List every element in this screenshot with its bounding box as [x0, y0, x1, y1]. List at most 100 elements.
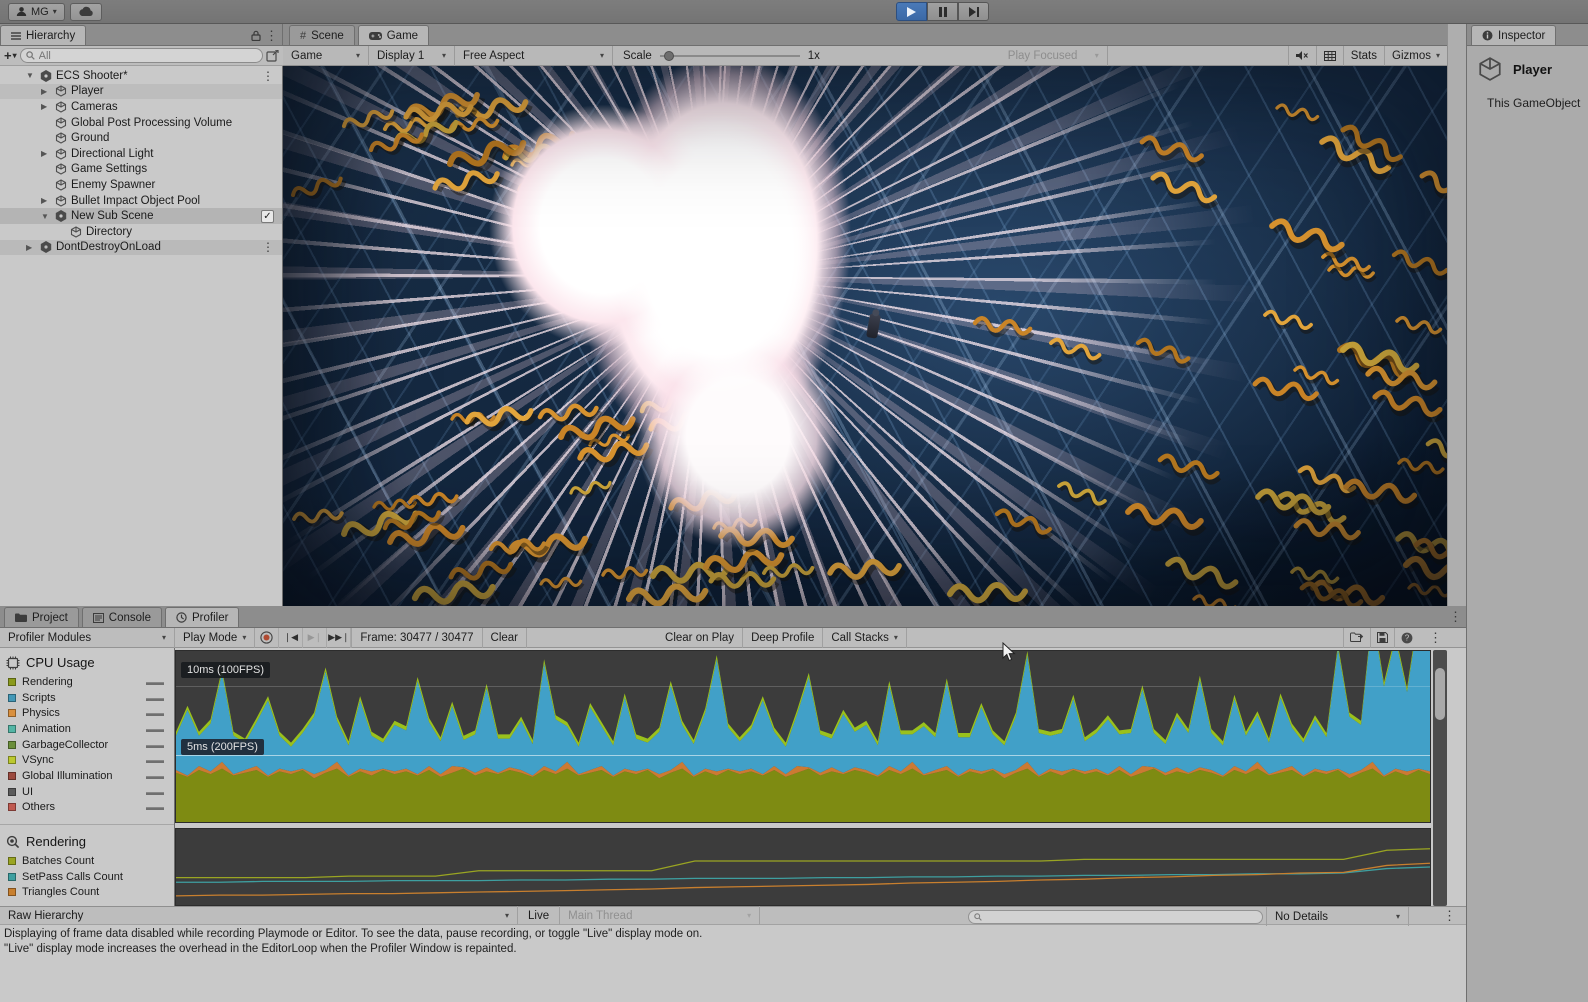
tab-project[interactable]: Project — [4, 607, 79, 627]
foldout-closed-icon[interactable]: ▶ — [26, 243, 32, 252]
tab-scene[interactable]: # Scene — [289, 25, 355, 45]
hierarchy-search[interactable] — [20, 48, 263, 63]
tree-row[interactable]: Game Settings — [0, 162, 282, 178]
profiler-modules-dropdown[interactable]: Profiler Modules▾ — [0, 628, 175, 648]
call-stacks-dropdown[interactable]: Call Stacks▾ — [823, 628, 907, 648]
play-button[interactable] — [896, 2, 927, 21]
account-menu-button[interactable]: MG ▾ — [8, 3, 65, 21]
cloud-button[interactable] — [70, 3, 102, 21]
tab-hierarchy[interactable]: Hierarchy — [0, 25, 86, 45]
foldout-closed-icon[interactable]: ▶ — [41, 87, 47, 96]
subscene-checkbox[interactable]: ✓ — [261, 210, 274, 223]
legend-item[interactable]: Batches Count — [0, 853, 174, 869]
drag-handle-icon[interactable]: ▬▬ — [146, 740, 164, 750]
tree-row-subscene[interactable]: ▼ New Sub Scene ✓ — [0, 208, 282, 224]
cpu-usage-chart[interactable]: 10ms (100FPS) 5ms (200FPS) — [175, 650, 1431, 823]
tree-row[interactable]: ▶ Cameras — [0, 99, 282, 115]
legend-item[interactable]: Others▬▬ — [0, 800, 174, 816]
load-profile-button[interactable] — [1343, 628, 1370, 648]
legend-item[interactable]: GarbageCollector▬▬ — [0, 737, 174, 753]
game-target-dropdown[interactable]: Game▾ — [283, 46, 369, 66]
aspect-dropdown[interactable]: Free Aspect▾ — [455, 46, 613, 66]
foldout-open-icon[interactable]: ▼ — [26, 71, 34, 80]
clear-button[interactable]: Clear — [483, 628, 527, 648]
detail-search-input[interactable] — [986, 911, 1257, 922]
stats-button[interactable]: Stats — [1343, 46, 1384, 66]
chart-scrollbar[interactable] — [1433, 650, 1447, 906]
first-frame-button[interactable]: ❘◀ — [279, 628, 303, 648]
scrollbar-thumb[interactable] — [1435, 668, 1445, 720]
tab-profiler[interactable]: Profiler — [165, 607, 239, 627]
scale-slider[interactable]: Scale 1x — [613, 50, 830, 62]
foldout-closed-icon[interactable]: ▶ — [41, 149, 47, 158]
legend-item[interactable]: VSync▬▬ — [0, 752, 174, 768]
hierarchy-mode-dropdown[interactable]: Raw Hierarchy ▾ — [0, 906, 518, 925]
thread-dropdown[interactable]: Main Thread ▾ — [560, 906, 760, 925]
game-viewport[interactable] — [283, 66, 1447, 606]
layout-grid-button[interactable] — [1316, 46, 1343, 66]
gizmos-dropdown[interactable]: Gizmos▾ — [1384, 46, 1447, 66]
rendering-module-header[interactable]: Rendering — [0, 827, 174, 853]
legend-item[interactable]: Scripts▬▬ — [0, 690, 174, 706]
tree-row[interactable]: Enemy Spawner — [0, 177, 282, 193]
record-button[interactable] — [255, 628, 279, 648]
play-focused-dropdown[interactable]: Play Focused▾ — [1000, 46, 1108, 66]
display-dropdown[interactable]: Display 1▾ — [369, 46, 455, 66]
cpu-module-header[interactable]: CPU Usage — [0, 648, 174, 674]
pause-button[interactable] — [927, 2, 958, 21]
details-mode-dropdown[interactable]: No Details ▾ — [1266, 907, 1409, 926]
tree-row-scene[interactable]: ▼ ECS Shooter* ⋮ — [0, 68, 282, 84]
tab-console[interactable]: Console — [82, 607, 162, 627]
drag-handle-icon[interactable]: ▬▬ — [146, 802, 164, 812]
tree-row[interactable]: ▶ Player — [0, 84, 282, 100]
profiler-menu-icon[interactable]: ⋮ — [1419, 628, 1452, 648]
popout-icon[interactable] — [266, 50, 279, 62]
drag-handle-icon[interactable]: ▬▬ — [146, 787, 164, 797]
next-frame-button[interactable]: ▶❘ — [303, 628, 327, 648]
detail-search[interactable] — [968, 910, 1263, 924]
tree-row-dontdestroy[interactable]: ▶ DontDestroyOnLoad ⋮ — [0, 240, 282, 256]
last-frame-button[interactable]: ▶▶❘ — [327, 628, 351, 648]
scene-menu-icon[interactable]: ⋮ — [262, 69, 274, 83]
legend-item[interactable]: Animation▬▬ — [0, 721, 174, 737]
drag-handle-icon[interactable]: ▬▬ — [146, 693, 164, 703]
clear-on-play-toggle[interactable]: Clear on Play — [657, 628, 743, 648]
drag-handle-icon[interactable]: ▬▬ — [146, 755, 164, 765]
play-mode-dropdown[interactable]: Play Mode▾ — [175, 628, 255, 648]
tree-row[interactable]: Directory — [0, 224, 282, 240]
drag-handle-icon[interactable]: ▬▬ — [146, 677, 164, 687]
legend-item[interactable]: UI▬▬ — [0, 784, 174, 800]
tree-row[interactable]: Ground — [0, 130, 282, 146]
scene-menu-icon[interactable]: ⋮ — [262, 240, 274, 254]
legend-item[interactable]: Triangles Count — [0, 885, 174, 901]
tree-row[interactable]: ▶ Directional Light — [0, 146, 282, 162]
drag-handle-icon[interactable]: ▬▬ — [146, 708, 164, 718]
detail-menu-icon[interactable]: ⋮ — [1439, 909, 1460, 922]
legend-item[interactable]: SetPass Calls Count — [0, 869, 174, 885]
mute-audio-button[interactable] — [1288, 46, 1316, 66]
lock-icon[interactable] — [251, 30, 261, 41]
tab-game[interactable]: Game — [358, 25, 429, 45]
foldout-closed-icon[interactable]: ▶ — [41, 102, 47, 111]
tab-inspector[interactable]: Inspector — [1471, 25, 1556, 45]
rendering-chart[interactable] — [175, 828, 1431, 906]
legend-item[interactable]: Global Illumination▬▬ — [0, 768, 174, 784]
legend-item[interactable]: Physics▬▬ — [0, 705, 174, 721]
save-profile-button[interactable] — [1370, 628, 1394, 648]
slider-thumb[interactable] — [664, 51, 674, 61]
tree-row[interactable]: Global Post Processing Volume — [0, 115, 282, 131]
tree-row[interactable]: ▶ Bullet Impact Object Pool — [0, 193, 282, 209]
hierarchy-search-input[interactable] — [39, 50, 257, 62]
add-object-button[interactable]: +▾ — [4, 48, 17, 63]
drag-handle-icon[interactable]: ▬▬ — [146, 771, 164, 781]
bottom-panel-menu-icon[interactable]: ⋮ — [1445, 610, 1466, 623]
deep-profile-toggle[interactable]: Deep Profile — [743, 628, 823, 648]
foldout-open-icon[interactable]: ▼ — [41, 212, 49, 221]
step-button[interactable] — [958, 2, 989, 21]
legend-item[interactable]: Rendering▬▬ — [0, 674, 174, 690]
live-toggle[interactable]: Live — [518, 906, 560, 925]
foldout-closed-icon[interactable]: ▶ — [41, 196, 47, 205]
drag-handle-icon[interactable]: ▬▬ — [146, 724, 164, 734]
help-button[interactable]: ? — [1394, 628, 1419, 648]
hierarchy-menu-icon[interactable]: ⋮ — [261, 29, 282, 42]
